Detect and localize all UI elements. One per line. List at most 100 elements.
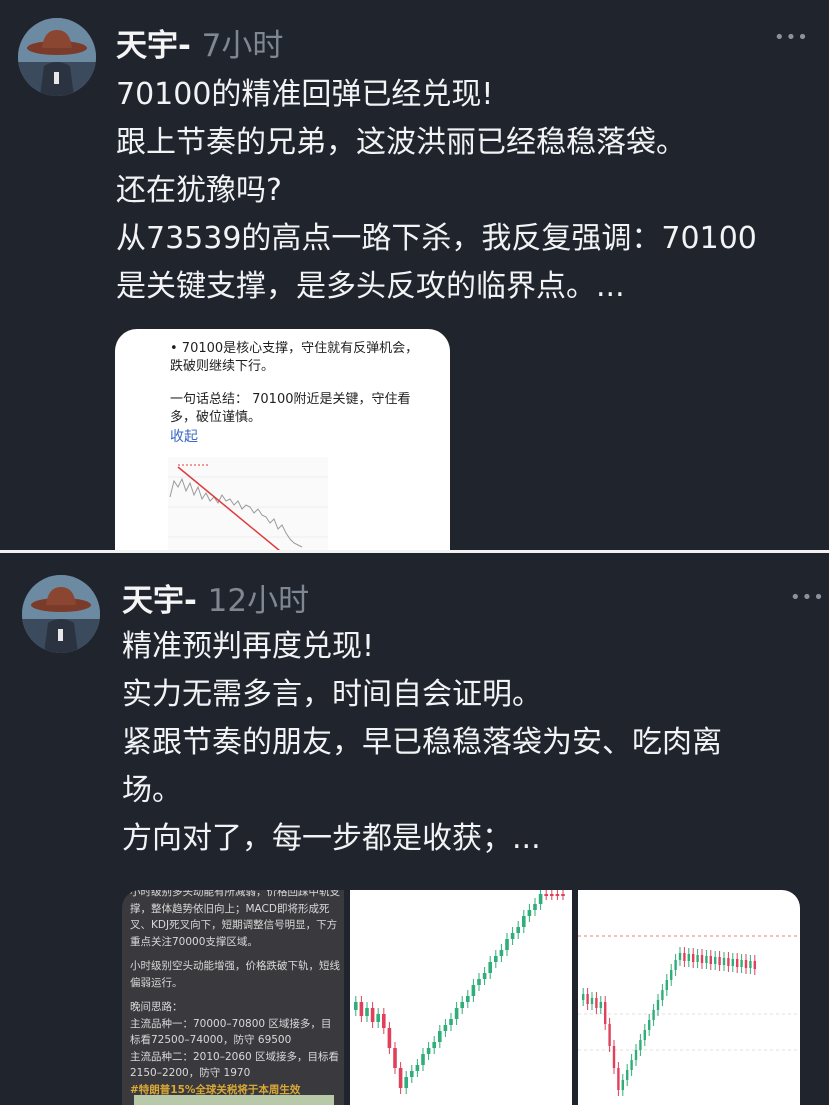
candle-body (656, 1000, 660, 1010)
post-text[interactable]: 精准预判再度兑现! 实力无需多言，时间自会证明。 紧跟节奏的朋友，早已稳稳落袋为… (122, 623, 812, 863)
candle-body (740, 960, 743, 967)
candle-body (643, 1030, 646, 1040)
cowboy-avatar-icon (18, 18, 96, 96)
candle-body (494, 956, 498, 962)
candle-body (705, 956, 708, 963)
post-line: 实力无需多言，时间自会证明。 (122, 677, 542, 712)
candle-body (753, 961, 756, 969)
candle-body (443, 1025, 448, 1031)
more-options-icon[interactable]: ••• (790, 587, 825, 608)
author-name[interactable]: 天宇- 7小时 (116, 20, 283, 65)
candle-body (709, 956, 712, 964)
post-line: 场。 (122, 773, 182, 808)
candle-body (718, 957, 721, 965)
candle-body (415, 1065, 420, 1071)
candle-body (533, 904, 537, 910)
candle-body (550, 894, 554, 896)
candle-body (687, 954, 690, 961)
attached-image[interactable]: • 70100是核心支撑，守住就有反弹机会，跌破则继续下行。 一句话总结： 70… (115, 329, 450, 551)
image-summary-text: 一句话总结： 70100附近是关键，守住看多，破位谨慎。 (170, 392, 411, 425)
post-text[interactable]: 70100的精准回弹已经兑现! 跟上节奏的兄弟，这波洪丽已经稳稳落袋。 还在犹豫… (116, 71, 816, 311)
post-line: 是关键支撑，是多头反攻的临界点。... (116, 269, 625, 304)
candle-body (661, 990, 664, 1000)
attached-image-chart-1[interactable] (350, 890, 572, 1105)
candle-body (608, 1024, 611, 1046)
candlestick-chart-1 (354, 890, 565, 1094)
analysis-para: 小时级别多头动能有所减弱，价格回踩中轨支撑，整体趋势依旧向上；MACD即将形成死… (130, 890, 340, 948)
candle-body (544, 894, 548, 896)
candle-body (634, 1050, 638, 1060)
candle-body (648, 1020, 651, 1030)
analysis-title: 晚间思路： (130, 1001, 183, 1013)
candle-body (674, 960, 677, 970)
post-line: 跟上节奏的兄弟，这波洪丽已经稳稳落袋。 (116, 125, 686, 160)
candle-body (510, 933, 515, 939)
more-options-icon[interactable]: ••• (774, 27, 809, 48)
candle-body (466, 996, 470, 1002)
candle-body (538, 894, 543, 904)
candle-body (354, 1002, 358, 1010)
candle-body (454, 1008, 459, 1019)
analysis-line: 主流品种一：70000–70800 区域接多，目标看72500–74000，防守… (130, 1017, 332, 1047)
candle-body (421, 1054, 425, 1065)
post-time: 7小时 (201, 28, 284, 64)
candle-body (477, 979, 481, 985)
candle-body (714, 957, 717, 964)
candle-body (617, 1068, 620, 1090)
post-line: 70100的精准回弹已经兑现! (116, 77, 494, 112)
candle-body (432, 1042, 436, 1048)
candle-body (696, 955, 699, 962)
candle-body (670, 970, 673, 980)
candle-body (398, 1068, 403, 1088)
candle-body (393, 1048, 397, 1068)
candle-body (582, 994, 585, 1000)
candle-body (561, 894, 565, 896)
candle-body (460, 1002, 464, 1008)
image-bullet-text: • 70100是核心支撑，守住就有反弹机会，跌破则继续下行。 (170, 341, 419, 374)
candle-body (639, 1040, 642, 1050)
author-name[interactable]: 天宇- 12小时 (122, 575, 309, 620)
post-line: 紧跟节奏的朋友，早已稳稳落袋为安、吃肉离 (122, 725, 722, 760)
candle-body (376, 1014, 380, 1022)
author-avatar[interactable] (22, 575, 100, 653)
candle-body (488, 962, 492, 973)
candle-body (626, 1070, 629, 1080)
analysis-para: 小时级别空头动能增强，价格跌破下轨，短线偏弱运行。 (130, 960, 340, 989)
cowboy-avatar-icon (22, 575, 100, 653)
candle-body (736, 959, 739, 967)
post-1[interactable]: 天宇- 7小时 ••• 70100的精准回弹已经兑现! 跟上节奏的兄弟，这波洪丽… (0, 0, 829, 551)
candlestick-chart-2 (578, 935, 800, 1096)
candle-body (599, 1002, 602, 1008)
candle-body (522, 916, 526, 927)
candle-body (678, 953, 682, 960)
candle-body (471, 985, 476, 996)
candle-body (692, 954, 695, 962)
candle-body (604, 1002, 607, 1024)
candle-body (722, 958, 726, 965)
post-line: 还在犹豫吗? (116, 173, 282, 208)
candle-body (700, 955, 704, 963)
candle-body (555, 894, 560, 896)
candle-body (749, 961, 752, 968)
candle-body (482, 973, 487, 979)
candle-body (359, 1002, 364, 1016)
post-line: 从73539的高点一路下杀，我反复强调：70100 (116, 221, 757, 256)
attached-image-analysis[interactable]: 小时级别多头动能有所减弱，价格回踩中轨支撑，整体趋势依旧向上；MACD即将形成死… (122, 890, 344, 1105)
candle-body (365, 1008, 369, 1016)
image-thumbnail-strip (134, 1095, 334, 1105)
candle-body (727, 958, 730, 966)
candle-body (426, 1048, 431, 1054)
candle-body (652, 1010, 655, 1020)
candle-body (586, 994, 589, 1004)
candle-body (410, 1071, 414, 1077)
candle-body (665, 980, 668, 990)
candle-body (387, 1028, 392, 1048)
candle-body (516, 927, 520, 933)
attached-image-chart-2[interactable] (578, 890, 800, 1105)
candle-body (683, 953, 686, 961)
candle-body (527, 910, 532, 916)
author-avatar[interactable] (18, 18, 96, 96)
collapse-link: 收起 (170, 429, 198, 445)
author-name-text: 天宇- (116, 28, 191, 64)
candle-body (630, 1060, 633, 1070)
